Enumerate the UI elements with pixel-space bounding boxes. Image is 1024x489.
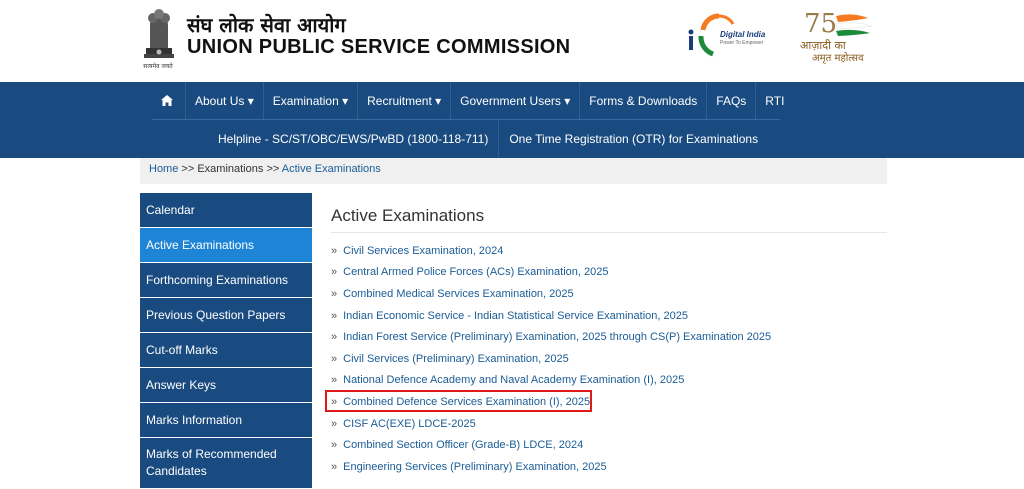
exam-list-item[interactable]: » Indian Forest Service (Preliminary) Exa… [331, 326, 887, 348]
main-navigation: About Us ▾ Examination ▾ Recruitment ▾ G… [0, 82, 1024, 158]
exam-link[interactable]: Indian Economic Service - Indian Statist… [343, 310, 688, 322]
exam-list-item[interactable]: » Civil Services Examination, 2024 [331, 240, 887, 262]
exam-list-item[interactable]: » Civil Services (Preliminary) Examinatio… [331, 348, 887, 370]
digital-india-tagline: Power To Empower [720, 40, 764, 46]
site-title-hindi[interactable]: संघ लोक सेवा आयोग [187, 11, 346, 38]
breadcrumb-home[interactable]: Home [149, 163, 178, 175]
nav-primary-row: About Us ▾ Examination ▾ Recruitment ▾ G… [152, 82, 793, 119]
site-header: सत्यमेव जयते संघ लोक सेवा आयोग UNION PUB… [0, 0, 1024, 82]
exam-list-item[interactable]: » Engineering Services (Preliminary) Exam… [331, 456, 887, 478]
exam-link[interactable]: Indian Forest Service (Preliminary) Exam… [343, 331, 771, 343]
exam-link[interactable]: National Defence Academy and Naval Acade… [343, 374, 684, 386]
exam-link[interactable]: CISF AC(EXE) LDCE-2025 [343, 418, 476, 430]
bullet-icon: » [331, 352, 338, 365]
sidebar-item-forthcoming-examinations[interactable]: Forthcoming Examinations [140, 263, 312, 297]
nav-forms-downloads[interactable]: Forms & Downloads [580, 82, 708, 119]
sidebar-item-calendar[interactable]: Calendar [140, 193, 312, 227]
nav-recruitment[interactable]: Recruitment ▾ [358, 82, 452, 119]
bullet-icon: » [331, 439, 338, 452]
bullet-icon: » [331, 287, 338, 300]
exam-link[interactable]: Central Armed Police Forces (ACs) Examin… [343, 266, 608, 278]
breadcrumb: Home >> Examinations >> Active Examinati… [140, 158, 887, 184]
breadcrumb-examinations[interactable]: Examinations [197, 163, 263, 175]
azadi-text-line2: अमृत महोत्सव [812, 53, 864, 64]
sidebar-menu: Calendar Active Examinations Forthcoming… [140, 193, 312, 489]
exam-list-item[interactable]: » Central Armed Police Forces (ACs) Exami… [331, 262, 887, 284]
bullet-icon: » [331, 266, 338, 279]
bullet-icon: » [331, 460, 338, 473]
exam-list-item[interactable]: » Combined Medical Services Examination, … [331, 283, 887, 305]
exam-list-item[interactable]: » Indian Economic Service - Indian Statis… [331, 305, 887, 327]
sidebar-item-answer-keys[interactable]: Answer Keys [140, 368, 312, 402]
exam-link[interactable]: Civil Services (Preliminary) Examination… [343, 353, 569, 365]
exam-link[interactable]: Combined Medical Services Examination, 2… [343, 288, 574, 300]
active-exams-list: » Civil Services Examination, 2024 » Centr… [331, 240, 887, 478]
breadcrumb-current[interactable]: Active Examinations [282, 163, 381, 175]
sidebar-item-previous-question-papers[interactable]: Previous Question Papers [140, 298, 312, 332]
bullet-icon: » [331, 374, 338, 387]
bullet-icon: » [331, 417, 338, 430]
sidebar-item-active-examinations[interactable]: Active Examinations [140, 228, 312, 262]
sidebar-item-cut-off-marks[interactable]: Cut-off Marks [140, 333, 312, 367]
exam-list-item[interactable]: » National Defence Academy and Naval Acad… [331, 370, 887, 392]
bullet-icon: » [331, 331, 338, 344]
nav-faqs[interactable]: FAQs [707, 82, 757, 119]
national-emblem-icon [144, 9, 174, 58]
bullet-icon: » [331, 309, 338, 322]
nav-home[interactable] [152, 82, 186, 119]
exam-list-item[interactable]: » Combined Section Officer (Grade-B) LDCE… [331, 434, 887, 456]
site-title-english[interactable]: UNION PUBLIC SERVICE COMMISSION [187, 36, 570, 59]
exam-link[interactable]: Combined Section Officer (Grade-B) LDCE,… [343, 439, 583, 451]
nav-about-us[interactable]: About Us ▾ [186, 82, 264, 119]
exam-list-item[interactable]: » CISF AC(EXE) LDCE-2025 [331, 413, 887, 435]
nav-secondary-row: Helpline - SC/ST/OBC/EWS/PwBD (1800-118-… [208, 120, 768, 157]
breadcrumb-separator: >> [181, 163, 195, 175]
nav-otr[interactable]: One Time Registration (OTR) for Examinat… [499, 120, 768, 157]
breadcrumb-separator: >> [266, 163, 280, 175]
exam-link[interactable]: Engineering Services (Preliminary) Exami… [343, 461, 607, 473]
exam-link[interactable]: Civil Services Examination, 2024 [343, 245, 503, 257]
nav-examination[interactable]: Examination ▾ [264, 82, 359, 119]
nav-helpline[interactable]: Helpline - SC/ST/OBC/EWS/PwBD (1800-118-… [208, 120, 500, 157]
highlight-annotation-box [325, 390, 592, 412]
emblem-motto: सत्यमेव जयते [143, 63, 173, 70]
digital-india-text: Digital India [720, 30, 766, 39]
bullet-icon: » [331, 244, 338, 257]
nav-government-users[interactable]: Government Users ▾ [451, 82, 581, 119]
sidebar-item-marks-of-recommended-candidates[interactable]: Marks of Recommended Candidates [140, 438, 312, 488]
title-divider [331, 232, 887, 233]
sidebar-item-marks-information[interactable]: Marks Information [140, 403, 312, 437]
svg-text:75: 75 [804, 9, 837, 39]
nav-rti[interactable]: RTI [756, 82, 793, 119]
page-title: Active Examinations [331, 206, 485, 225]
home-icon [161, 95, 173, 106]
